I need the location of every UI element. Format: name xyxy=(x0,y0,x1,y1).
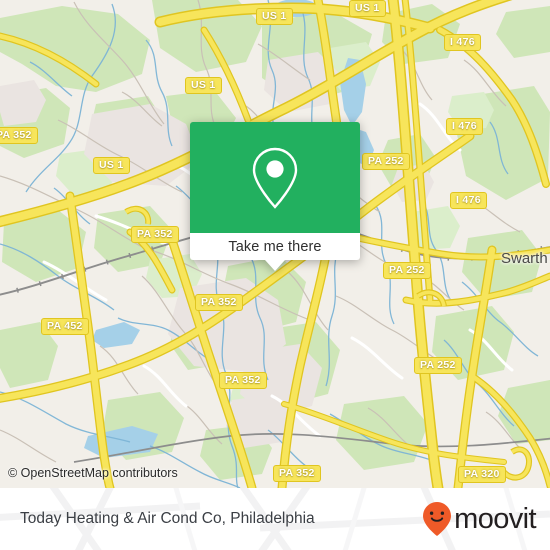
road-shield: PA 352 xyxy=(195,294,243,311)
location-title: Today Heating & Air Cond Co, Philadelphi… xyxy=(20,510,315,527)
moovit-brand[interactable]: moovit xyxy=(422,501,537,537)
road-shield: US 1 xyxy=(185,77,222,94)
road-shield: PA 320 xyxy=(458,466,506,483)
popup-tail xyxy=(265,260,285,271)
road-shield: I 476 xyxy=(450,192,487,209)
road-shield: PA 452 xyxy=(41,318,89,335)
moovit-wordmark: moovit xyxy=(454,502,536,535)
moovit-location-card: US 1 US 1 I 476 US 1 I 476 PA 352 US 1 PA 252 I … xyxy=(0,0,550,550)
road-shield: PA 352 xyxy=(273,465,321,482)
road-shield: PA 252 xyxy=(362,153,410,170)
road-shield: PA 352 xyxy=(219,372,267,389)
road-shield: I 476 xyxy=(444,34,481,51)
popup-pin-area xyxy=(190,122,360,233)
moovit-pin-icon xyxy=(423,502,452,536)
take-me-there-button[interactable]: Take me there xyxy=(190,233,360,271)
map-pin-icon xyxy=(252,147,298,209)
road-shield: US 1 xyxy=(349,0,386,17)
map-attribution[interactable]: © OpenStreetMap contributors xyxy=(8,466,178,480)
road-shield: PA 352 xyxy=(0,127,38,144)
road-shield: I 476 xyxy=(446,118,483,135)
location-popup-card[interactable]: Take me there xyxy=(190,122,360,271)
footer-bar: Today Heating & Air Cond Co, Philadelphi… xyxy=(0,488,550,550)
road-shield: PA 252 xyxy=(383,262,431,279)
road-shield: US 1 xyxy=(93,157,130,174)
take-me-there-label: Take me there xyxy=(228,238,322,255)
road-shield: PA 252 xyxy=(414,357,462,374)
place-label: Swarth xyxy=(501,250,548,267)
road-shield: PA 352 xyxy=(131,226,179,243)
road-shield: US 1 xyxy=(256,8,293,25)
